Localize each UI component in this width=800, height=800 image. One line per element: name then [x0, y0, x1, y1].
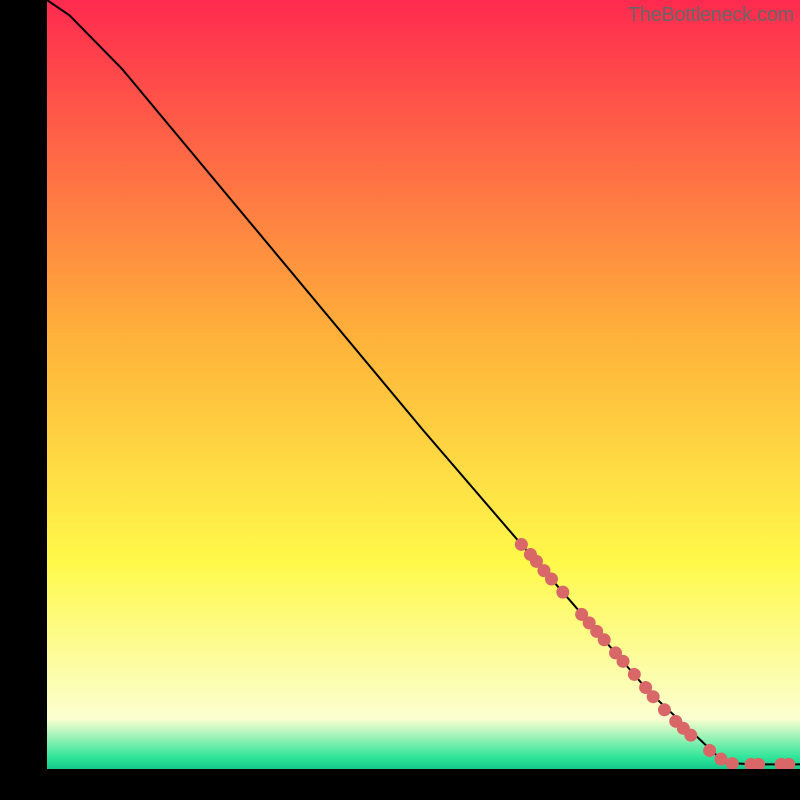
data-marker	[714, 753, 727, 766]
data-marker	[658, 703, 671, 716]
data-marker	[556, 586, 569, 599]
data-marker	[598, 633, 611, 646]
data-marker	[647, 690, 660, 703]
data-marker	[545, 573, 558, 586]
data-marker	[684, 729, 697, 742]
data-marker	[515, 538, 528, 551]
chart-container: TheBottleneck.com	[47, 0, 800, 769]
attribution-text: TheBottleneck.com	[628, 4, 794, 27]
chart-svg	[47, 0, 800, 769]
data-marker	[617, 655, 630, 668]
data-marker	[703, 744, 716, 757]
data-marker	[628, 668, 641, 681]
